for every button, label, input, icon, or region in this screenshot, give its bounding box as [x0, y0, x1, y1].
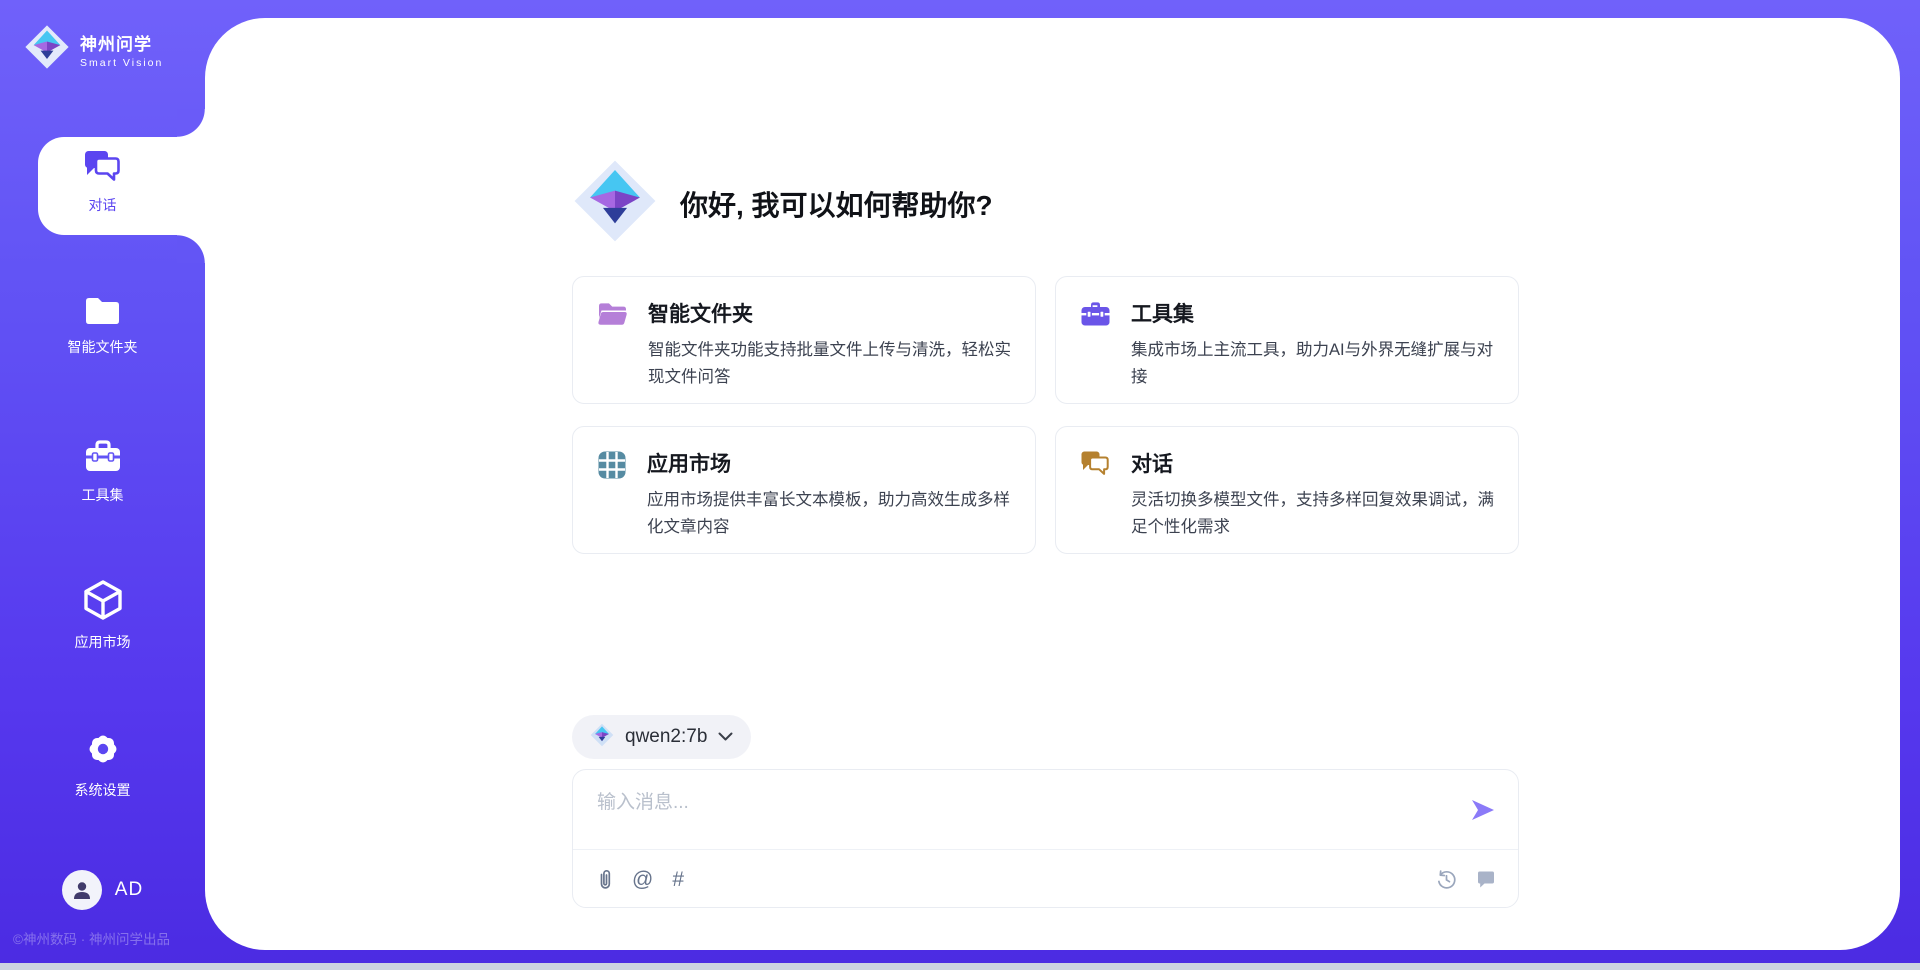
history-icon[interactable] — [1436, 869, 1457, 890]
sidebar-item-label: 工具集 — [82, 485, 124, 505]
toolbox-icon — [1080, 300, 1111, 382]
hashtag-icon[interactable]: # — [672, 869, 684, 890]
attachment-icon[interactable] — [597, 868, 613, 891]
active-tab-fillet-bottom — [177, 235, 205, 263]
card-description: 集成市场上主流工具，助力AI与外界无缝扩展与对接 — [1131, 337, 1494, 390]
card-title: 对话 — [1131, 448, 1494, 478]
greeting-diamond-icon — [572, 158, 658, 249]
feature-cards: 智能文件夹 智能文件夹功能支持批量文件上传与清洗，轻松实现文件问答 工具集 — [572, 276, 1519, 554]
avatar — [62, 870, 102, 910]
model-diamond-icon — [590, 723, 614, 752]
grid-icon — [597, 450, 627, 532]
toolbox-icon — [83, 439, 123, 477]
brand-name: 神州问学 — [80, 30, 163, 55]
card-description: 灵活切换多模型文件，支持多样回复效果调试，满足个性化需求 — [1131, 487, 1494, 540]
card-title: 智能文件夹 — [648, 298, 1011, 328]
sidebar-item-label: 智能文件夹 — [68, 337, 138, 357]
active-tab-fillet-top — [177, 109, 205, 137]
greeting-title: 你好, 我可以如何帮助你? — [680, 184, 993, 224]
mention-icon[interactable]: @ — [632, 869, 653, 890]
chevron-down-icon — [718, 728, 733, 746]
card-title: 工具集 — [1131, 298, 1494, 328]
card-smart-folders[interactable]: 智能文件夹 智能文件夹功能支持批量文件上传与清洗，轻松实现文件问答 — [572, 276, 1036, 404]
send-icon[interactable] — [1470, 797, 1496, 823]
main-content-panel: 你好, 我可以如何帮助你? 智能文件夹 智能文件夹功能支持批量文件上传与清洗，轻… — [205, 18, 1900, 950]
card-description: 智能文件夹功能支持批量文件上传与清洗，轻松实现文件问答 — [648, 337, 1011, 390]
model-selector[interactable]: qwen2:7b — [572, 715, 751, 759]
card-toolkit[interactable]: 工具集 集成市场上主流工具，助力AI与外界无缝扩展与对接 — [1055, 276, 1519, 404]
sidebar: 神州问学 Smart Vision 对话 智能文件夹 — [0, 0, 205, 970]
composer-toolbar: @ # — [597, 850, 1496, 908]
folder-icon — [84, 294, 121, 329]
app-logo: 神州问学 Smart Vision — [24, 24, 163, 75]
card-app-market[interactable]: 应用市场 应用市场提供丰富长文本模板，助力高效生成多样化文章内容 — [572, 426, 1036, 554]
chat-bubbles-icon — [1080, 450, 1111, 532]
feedback-bubble-icon[interactable] — [1476, 870, 1496, 889]
user-name: AD — [115, 879, 143, 901]
cube-icon — [83, 579, 123, 624]
brand-subtitle: Smart Vision — [80, 57, 163, 69]
card-description: 应用市场提供丰富长文本模板，助力高效生成多样化文章内容 — [647, 487, 1011, 540]
sidebar-item-chat[interactable]: 对话 — [0, 149, 205, 215]
sidebar-item-smart-folders[interactable]: 智能文件夹 — [0, 294, 205, 357]
brand-diamond-icon — [24, 24, 70, 75]
card-title: 应用市场 — [647, 448, 1011, 478]
chat-bubbles-icon — [83, 149, 123, 187]
gear-icon — [83, 729, 123, 772]
sidebar-item-settings[interactable]: 系统设置 — [0, 729, 205, 800]
sidebar-item-label: 系统设置 — [75, 780, 131, 800]
sidebar-item-label: 对话 — [89, 195, 117, 215]
folder-open-icon — [597, 300, 628, 382]
message-composer: @ # — [572, 769, 1519, 908]
window-bottom-edge — [0, 963, 1920, 970]
sidebar-item-label: 应用市场 — [75, 632, 131, 652]
card-chat[interactable]: 对话 灵活切换多模型文件，支持多样回复效果调试，满足个性化需求 — [1055, 426, 1519, 554]
copyright-text: ©神州数码 · 神州问学出品 — [13, 928, 170, 948]
sidebar-item-toolkit[interactable]: 工具集 — [0, 439, 205, 505]
sidebar-item-app-market[interactable]: 应用市场 — [0, 579, 205, 652]
greeting-block: 你好, 我可以如何帮助你? — [572, 158, 993, 249]
model-name: qwen2:7b — [625, 726, 707, 748]
message-input[interactable] — [597, 787, 1417, 839]
user-profile[interactable]: AD — [0, 870, 205, 910]
